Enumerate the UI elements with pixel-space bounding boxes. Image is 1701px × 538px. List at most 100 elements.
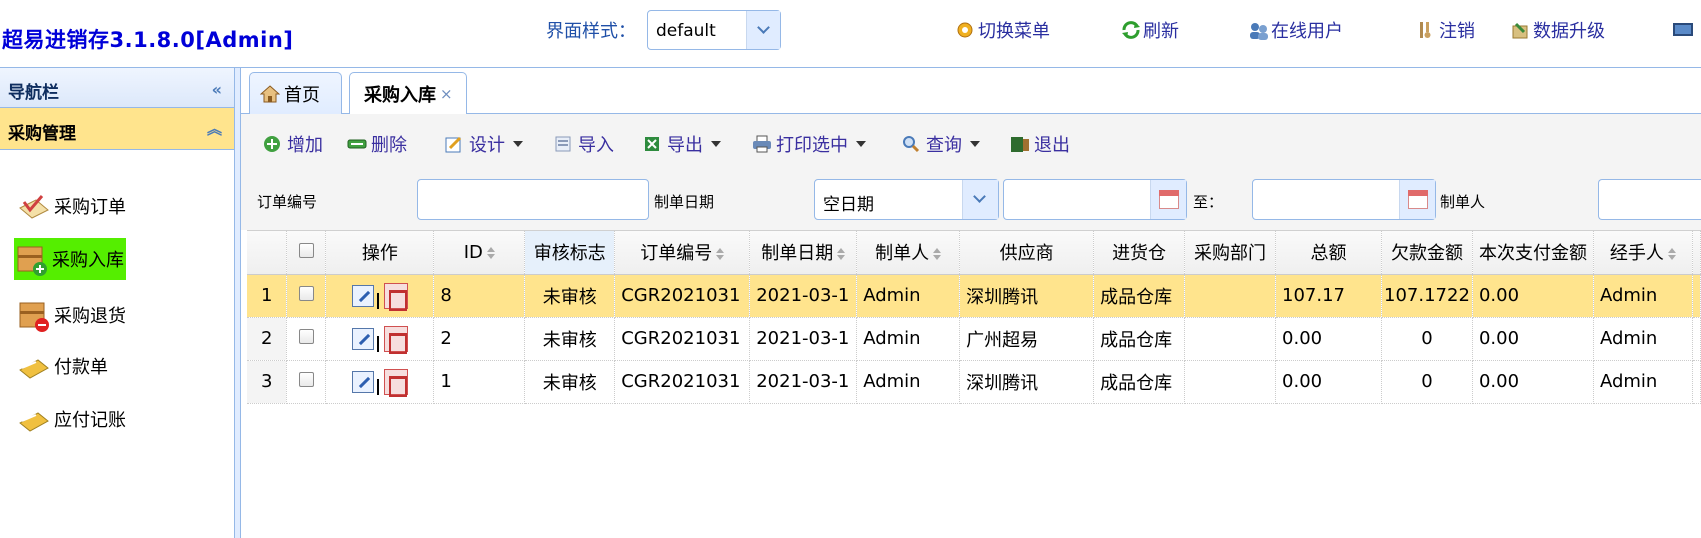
tab-home-label: 首页 [284, 84, 320, 106]
cell-date: 2021-03-1 [749, 274, 858, 318]
row-checkbox[interactable] [298, 372, 314, 387]
delete-label: 删除 [371, 135, 407, 156]
delete-button[interactable]: 删除 [347, 132, 407, 156]
query-button[interactable]: 查询 [902, 132, 980, 156]
gear-icon [955, 20, 975, 40]
print-selected-button[interactable]: 打印选中 [752, 132, 866, 156]
creator-input[interactable] [1598, 179, 1701, 220]
logout-button[interactable]: 注销 [1416, 17, 1475, 43]
tab-purchase-inbound[interactable]: 采购入库 × [349, 72, 467, 115]
col-header-owed[interactable]: 欠款金额 [1381, 231, 1473, 275]
import-button[interactable]: 导入 [554, 132, 614, 156]
data-grid: 操作 ID 审核标志 订单编号 制单日期 制单人 供应商 进货仓 采购部门 总额… [247, 230, 1701, 538]
table-header-row: 操作 ID 审核标志 订单编号 制单日期 制单人 供应商 进货仓 采购部门 总额… [247, 231, 1701, 275]
col-header-supplier[interactable]: 供应商 [959, 231, 1095, 275]
export-button[interactable]: 导出 [643, 132, 721, 156]
edit-icon[interactable] [351, 327, 374, 350]
sidebar-section-title: 采购管理 [8, 124, 76, 144]
data-upgrade-button[interactable]: 数据升级 [1510, 17, 1605, 43]
switch-menu-button[interactable]: 切换菜单 [955, 17, 1050, 43]
cell-total: 107.17 [1275, 274, 1382, 318]
cell-supplier: 广州超易 [959, 317, 1095, 361]
exit-button[interactable]: 退出 [1010, 132, 1070, 156]
add-button[interactable]: 增加 [263, 132, 323, 156]
sidebar-section-header[interactable]: 采购管理 ︽ [0, 108, 234, 150]
col-header-warehouse[interactable]: 进货仓 [1093, 231, 1186, 275]
online-users-button[interactable]: 在线用户 [1248, 17, 1343, 43]
date-from-input[interactable] [1003, 179, 1187, 220]
sort-icon [933, 248, 942, 261]
select-all-header[interactable] [286, 231, 327, 275]
row-actions [325, 274, 435, 318]
cell-owed: 0 [1381, 360, 1473, 404]
col-header-department[interactable]: 采购部门 [1184, 231, 1277, 275]
add-label: 增加 [287, 135, 323, 156]
calendar-icon[interactable] [1399, 180, 1435, 219]
col-header-paid[interactable]: 本次支付金额 [1472, 231, 1594, 275]
delete-icon[interactable] [383, 282, 408, 311]
col-header-order-no[interactable]: 订单编号 [614, 231, 751, 275]
sidebar-item-purchase-inbound[interactable]: 采购入库 [14, 238, 126, 280]
collapse-left-icon[interactable]: « [212, 80, 222, 99]
col-header-handler[interactable]: 经手人 [1593, 231, 1693, 275]
col-header-audit-status[interactable]: 审核标志 [524, 231, 616, 275]
switch-menu-label: 切换菜单 [978, 21, 1050, 42]
edit-icon[interactable] [351, 370, 374, 393]
row-checkbox[interactable] [298, 329, 314, 344]
row-actions [325, 317, 435, 361]
sidebar-item-purchase-order[interactable]: 采购订单 [16, 185, 126, 227]
table-row[interactable]: 1 8 未审核 CGR2021031 2021-03-1 Admin 深圳腾讯 … [247, 274, 1701, 318]
theme-select[interactable]: default [647, 10, 781, 50]
refresh-icon [1120, 20, 1140, 40]
col-header-id[interactable]: ID [433, 231, 526, 275]
sort-icon [486, 246, 495, 259]
sidebar-item-payable[interactable]: 应付记账 [16, 398, 126, 440]
cell-total: 0.00 [1275, 317, 1382, 361]
edit-icon[interactable] [351, 284, 374, 307]
col-header-creator[interactable]: 制单人 [856, 231, 961, 275]
date-mode-select[interactable]: 空日期 [814, 179, 999, 220]
caret-down-icon[interactable] [711, 141, 721, 147]
delete-icon[interactable] [383, 368, 408, 397]
order-no-input[interactable] [417, 179, 649, 220]
cell-warehouse: 成品仓库 [1093, 274, 1186, 318]
cell-status: 未审核 [524, 274, 616, 318]
row-select-cell[interactable] [286, 274, 327, 318]
row-select-cell[interactable] [286, 317, 327, 361]
sort-icon [837, 248, 846, 261]
caret-down-icon[interactable] [970, 141, 980, 147]
sidebar-item-label: 应付记账 [54, 410, 126, 431]
table-row[interactable]: 2 2 未审核 CGR2021031 2021-03-1 Admin 广州超易 … [247, 317, 1701, 361]
calendar-icon[interactable] [1150, 180, 1186, 219]
collapse-up-icon[interactable]: ︽ [207, 118, 222, 139]
table-row[interactable]: 3 1 未审核 CGR2021031 2021-03-1 Admin 深圳腾讯 … [247, 360, 1701, 404]
exit-label: 退出 [1034, 135, 1070, 156]
online-users-label: 在线用户 [1271, 21, 1343, 42]
order-no-label: 订单编号 [257, 193, 318, 211]
row-number: 3 [247, 360, 288, 404]
sort-icon [716, 248, 725, 261]
select-all-checkbox[interactable] [298, 242, 314, 258]
caret-down-icon[interactable] [513, 141, 523, 147]
close-icon[interactable]: × [440, 85, 453, 103]
col-header-date[interactable]: 制单日期 [749, 231, 858, 275]
sidebar-item-purchase-return[interactable]: 采购退货 [16, 294, 126, 336]
refresh-button[interactable]: 刷新 [1120, 17, 1179, 43]
delete-icon[interactable] [383, 325, 408, 354]
creator-label: 制单人 [1440, 193, 1486, 211]
tab-home[interactable]: 首页 [249, 72, 342, 114]
row-checkbox[interactable] [298, 286, 314, 301]
to-label: 至： [1193, 193, 1224, 211]
col-header-total[interactable]: 总额 [1275, 231, 1382, 275]
chevron-down-icon[interactable] [962, 180, 998, 219]
monitor-button[interactable] [1672, 17, 1695, 43]
date-to-input[interactable] [1252, 179, 1436, 220]
design-button[interactable]: 设计 [445, 132, 523, 156]
row-select-cell[interactable] [286, 360, 327, 404]
design-icon [445, 135, 463, 153]
sidebar-item-payment[interactable]: 付款单 [16, 345, 108, 387]
caret-down-icon[interactable] [856, 141, 866, 147]
purchase-return-icon [16, 297, 52, 333]
key-icon [1416, 20, 1436, 40]
chevron-down-icon[interactable] [746, 11, 780, 49]
